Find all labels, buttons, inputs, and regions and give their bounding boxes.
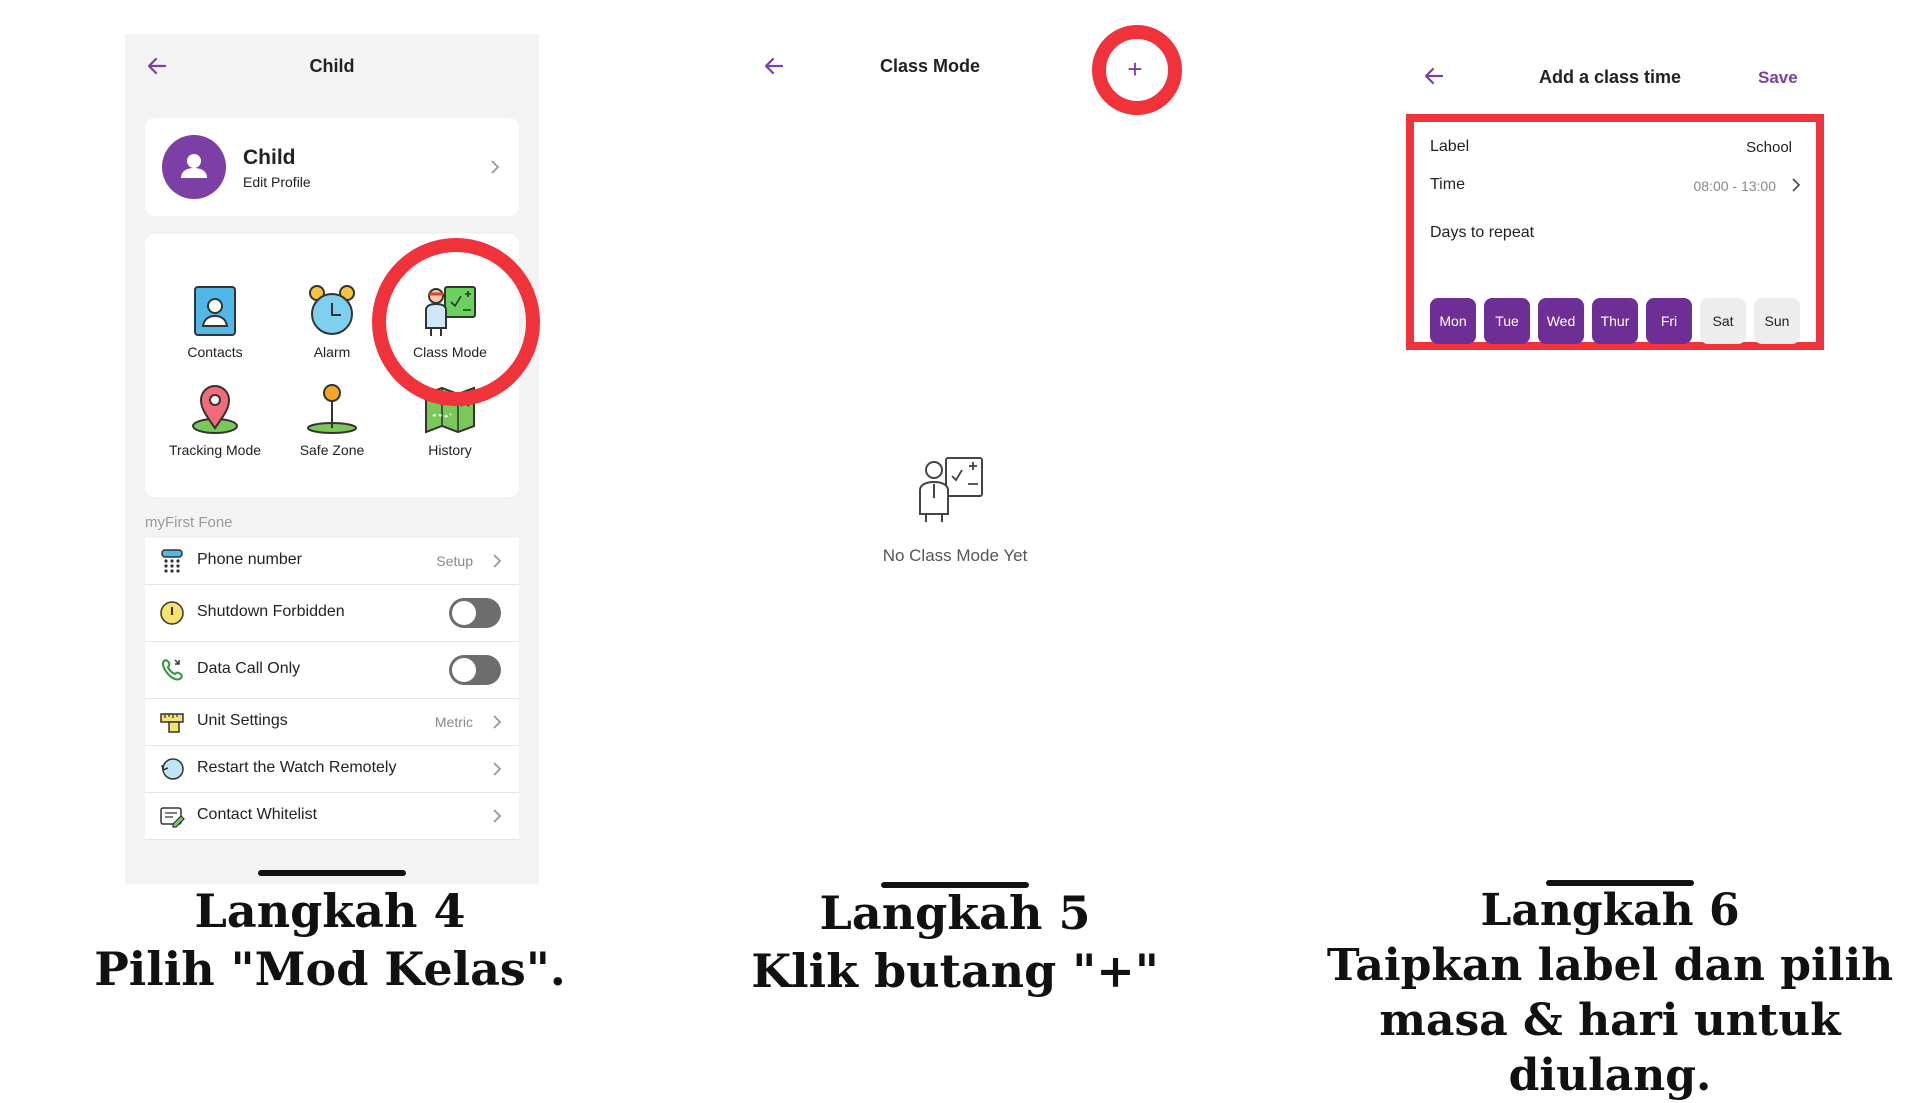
day-wed[interactable]: Wed — [1538, 298, 1584, 344]
step5-caption: Langkah 5 Klik butang "+" — [685, 885, 1225, 1000]
dialpad-phone-icon — [161, 549, 183, 573]
row-label: Phone number — [197, 551, 302, 568]
row-label: Unit Settings — [197, 712, 288, 729]
tile-label: Alarm — [313, 344, 351, 360]
section-header: myFirst Fone — [145, 514, 233, 531]
row-data-call-only: Data Call Only — [145, 642, 519, 699]
caption-step-number: Langkah 6 — [1480, 885, 1740, 936]
alarm-clock-icon — [309, 285, 355, 335]
step4-phone-screen: Child Child Edit Profile Contacts Alarm … — [125, 34, 539, 884]
row-label: Contact Whitelist — [197, 806, 318, 823]
power-warning-icon — [160, 601, 184, 625]
step6-phone-screen: Add a class time Save Label School Time … — [1406, 34, 1830, 886]
tile-label: Safe Zone — [299, 442, 365, 458]
day-sat[interactable]: Sat — [1700, 298, 1746, 344]
save-button[interactable]: Save — [1758, 68, 1798, 88]
day-mon[interactable]: Mon — [1430, 298, 1476, 344]
safe-zone-pin-icon — [307, 384, 357, 434]
chevron-right-icon — [493, 762, 502, 776]
home-indicator — [258, 870, 406, 876]
nav-title: Child — [309, 56, 355, 76]
label-field[interactable]: Label School — [1420, 130, 1810, 164]
chevron-right-icon — [493, 554, 502, 568]
empty-state-text: No Class Mode Yet — [882, 546, 1028, 565]
person-icon — [181, 154, 207, 178]
row-value: Metric — [434, 714, 473, 730]
caption-instruction: Pilih "Mod Kelas". — [94, 941, 566, 996]
data-call-only-toggle[interactable] — [449, 655, 501, 685]
back-arrow-icon[interactable] — [760, 52, 788, 80]
tile-label: History — [428, 442, 472, 458]
row-restart-watch[interactable]: Restart the Watch Remotely — [145, 746, 519, 793]
profile-name: Child — [243, 146, 296, 169]
row-shutdown-forbidden: Shutdown Forbidden — [145, 585, 519, 642]
back-arrow-icon[interactable] — [1420, 62, 1448, 90]
caption-instruction-cont: masa & hari untuk diulang. — [1379, 995, 1841, 1101]
chevron-right-icon — [493, 809, 502, 823]
day-fri[interactable]: Fri — [1646, 298, 1692, 344]
profile-card[interactable]: Child Edit Profile — [145, 118, 519, 216]
step4-caption: Langkah 4 Pilih "Mod Kelas". — [60, 883, 600, 998]
day-thur[interactable]: Thur — [1592, 298, 1638, 344]
row-phone-number[interactable]: Phone number Setup — [145, 538, 519, 585]
time-field-value: 08:00 - 13:00 — [1693, 178, 1776, 194]
location-pin-icon — [192, 385, 238, 434]
tile-label: Tracking Mode — [168, 442, 262, 458]
row-label: Shutdown Forbidden — [197, 603, 345, 620]
row-value: Setup — [436, 553, 473, 569]
step6-caption: Langkah 6 Taipkan label dan pilih masa &… — [1310, 883, 1910, 1103]
nav-title: Class Mode — [879, 56, 981, 76]
day-sun[interactable]: Sun — [1754, 298, 1800, 344]
chevron-right-icon — [491, 160, 500, 174]
row-contact-whitelist[interactable]: Contact Whitelist — [145, 793, 519, 840]
time-field-label: Time — [1430, 176, 1465, 193]
label-field-label: Label — [1430, 138, 1470, 155]
tile-label: Contacts — [187, 344, 243, 360]
ruler-icon — [160, 713, 184, 733]
caption-instruction: Taipkan label dan pilih — [1326, 940, 1894, 991]
row-label: Data Call Only — [197, 660, 301, 677]
tile-alarm[interactable]: Alarm — [277, 284, 387, 364]
whitelist-icon — [160, 807, 185, 828]
time-field[interactable]: Time 08:00 - 13:00 — [1420, 168, 1810, 202]
profile-subtitle: Edit Profile — [243, 174, 311, 190]
chevron-right-icon — [493, 715, 502, 729]
tile-contacts[interactable]: Contacts — [160, 284, 270, 364]
caption-instruction: Klik butang "+" — [751, 943, 1159, 998]
back-arrow-icon[interactable] — [143, 52, 171, 80]
class-mode-empty-icon — [919, 457, 983, 522]
day-tue[interactable]: Tue — [1484, 298, 1530, 344]
row-label: Restart the Watch Remotely — [197, 759, 397, 776]
tile-safe-zone[interactable]: Safe Zone — [277, 382, 387, 462]
label-field-value: School — [1746, 139, 1792, 156]
step5-phone-screen: Class Mode + No Class Mode Yet — [750, 34, 1160, 888]
contacts-icon — [194, 286, 236, 336]
chevron-right-icon — [1792, 178, 1801, 192]
restart-icon — [161, 758, 184, 780]
highlight-ring — [372, 238, 540, 406]
tile-tracking-mode[interactable]: Tracking Mode — [160, 382, 270, 462]
nav-title: Add a class time — [1538, 67, 1682, 87]
phone-call-icon — [161, 659, 183, 681]
avatar — [162, 135, 226, 199]
shutdown-forbidden-toggle[interactable] — [449, 598, 501, 628]
row-unit-settings[interactable]: Unit Settings Metric — [145, 699, 519, 746]
highlight-ring — [1092, 25, 1182, 115]
caption-step-number: Langkah 5 — [819, 886, 1091, 940]
days-header: Days to repeat — [1430, 224, 1535, 241]
caption-step-number: Langkah 4 — [194, 884, 466, 938]
